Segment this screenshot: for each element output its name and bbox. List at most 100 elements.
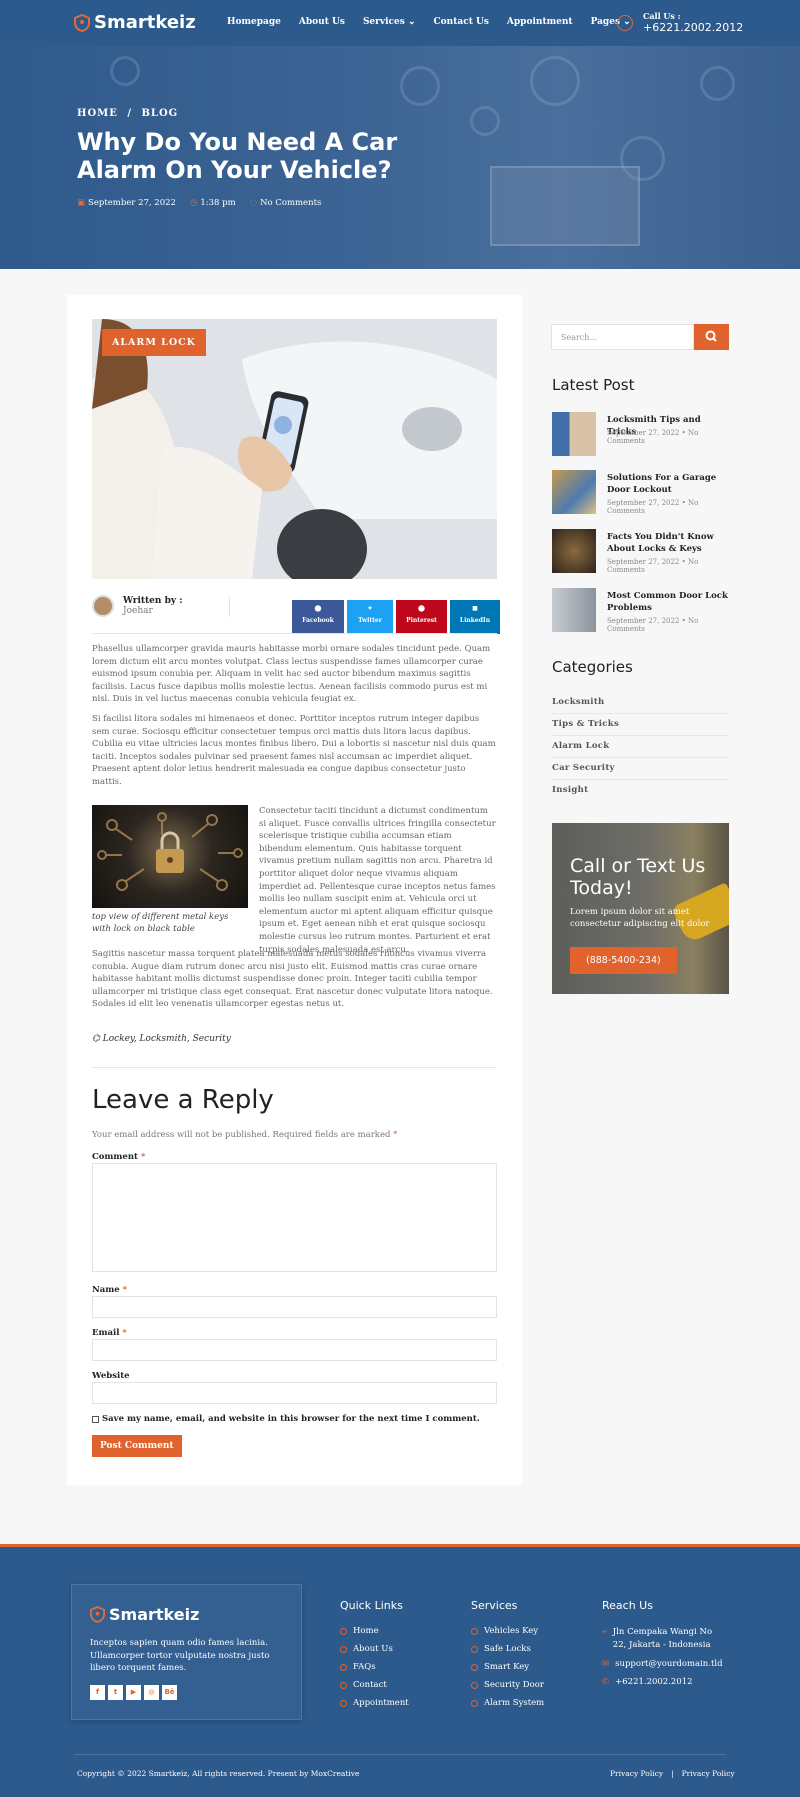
footer-logo-text: Smartkeiz	[109, 1605, 200, 1624]
footer-address-text: Jln Cempaka Wangi No 22, Jakarta - Indon…	[612, 1627, 713, 1650]
menu-item-contact[interactable]: Contact Us	[434, 17, 489, 27]
latest-post-title: Latest Post	[552, 376, 635, 394]
behance-icon[interactable]: Bē	[162, 1685, 177, 1700]
category-item[interactable]: Locksmith	[552, 697, 729, 714]
latest-post-title-2[interactable]: Solutions For a Garage Door Lockout	[607, 472, 729, 496]
youtube-icon[interactable]: ▶	[126, 1685, 141, 1700]
footer-link-contact[interactable]: Contact	[340, 1680, 387, 1690]
menu-item-appointment[interactable]: Appointment	[507, 17, 573, 27]
categories-title: Categories	[552, 658, 633, 676]
call-label: Call Us :	[643, 11, 681, 21]
category-item[interactable]: Car Security	[552, 763, 729, 780]
hero-banner: HOME / BLOG Why Do You Need A Car Alarm …	[0, 46, 800, 269]
footer-phone-text: +6221.2002.2012	[615, 1677, 693, 1687]
footer-link-home-label: Home	[353, 1626, 379, 1636]
post-date: ▣ September 27, 2022	[77, 198, 176, 208]
name-field[interactable]	[92, 1296, 497, 1318]
post-thumbnail	[552, 412, 596, 456]
phone-icon	[617, 14, 633, 31]
footer-phone[interactable]: ✆ +6221.2002.2012	[602, 1677, 693, 1687]
breadcrumb-home[interactable]: HOME	[77, 108, 118, 119]
website-field[interactable]	[92, 1382, 497, 1404]
keys-lock-illustration	[97, 812, 243, 891]
privacy-policy-link[interactable]: Privacy Policy	[682, 1769, 735, 1778]
category-item[interactable]: Alarm Lock	[552, 741, 729, 758]
post-paragraph-1: Phasellus ullamcorper gravida mauris hab…	[92, 644, 491, 705]
search-input[interactable]: Search...	[551, 324, 694, 350]
tags-list[interactable]: Lockey, Locksmith, Security	[103, 1034, 231, 1044]
footer-link-about[interactable]: About Us	[340, 1644, 393, 1654]
avatar	[92, 595, 114, 617]
post-thumbnail	[552, 470, 596, 514]
post-comment-button[interactable]: Post Comment	[92, 1435, 182, 1457]
post-paragraph-4: Sagittis nascetur massa torquent platea …	[92, 949, 493, 1010]
cta-title: Call or Text Us Today!	[570, 855, 706, 899]
post-thumbnail	[552, 529, 596, 573]
footer-link-appointment-label: Appointment	[353, 1698, 409, 1708]
twitter-icon[interactable]: t	[108, 1685, 123, 1700]
share-twitter-button[interactable]: ✦ Twitter	[347, 600, 393, 634]
post-comments[interactable]: ◌ No Comments	[250, 198, 322, 208]
cta-phone-button[interactable]: (888-5400-234)	[570, 947, 677, 974]
mail-icon: ✉	[602, 1659, 610, 1669]
cta-text: Lorem ipsum dolor sit amet consectetur a…	[570, 907, 710, 929]
post-paragraph-3: Consectetur taciti tincidunt a dictumst …	[259, 806, 496, 955]
keys-image	[92, 805, 248, 908]
share-facebook-button[interactable]: ⬤ Facebook	[292, 600, 344, 634]
privacy-policy-link[interactable]: Privacy Policy	[610, 1769, 663, 1778]
shield-icon	[90, 1606, 105, 1623]
footer-link-faqs[interactable]: FAQs	[340, 1662, 376, 1672]
footer-service-security-door[interactable]: Security Door	[471, 1680, 544, 1690]
footer-service-vehicles-key-label: Vehicles Key	[484, 1626, 539, 1636]
category-item[interactable]: Insight	[552, 785, 729, 801]
footer-service-vehicles-key[interactable]: Vehicles Key	[471, 1626, 538, 1636]
bullet-icon	[471, 1699, 478, 1707]
site-logo[interactable]: Smartkeiz	[74, 12, 196, 33]
category-badge[interactable]: ALARM LOCK	[102, 329, 206, 356]
footer-link-home[interactable]: Home	[340, 1626, 379, 1636]
footer-service-smart-key[interactable]: Smart Key	[471, 1662, 529, 1672]
share-linkedin-button[interactable]: ■ LinkedIn	[450, 600, 500, 634]
latest-post-item[interactable]: Locksmith Tips and Tricks September 27, …	[552, 412, 730, 458]
footer-email[interactable]: ✉ support@yourdomain.tld	[602, 1659, 723, 1669]
category-item[interactable]: Tips & Tricks	[552, 719, 729, 736]
footer-service-safe-locks-label: Safe Locks	[484, 1644, 531, 1654]
share-twitter-label: Twitter	[358, 617, 382, 624]
menu-item-services[interactable]: Services ⌄	[363, 17, 416, 27]
facebook-icon[interactable]: f	[90, 1685, 105, 1700]
copyright: Copyright © 2022 Smartkeiz, All rights r…	[77, 1769, 360, 1778]
breadcrumb-blog[interactable]: BLOG	[141, 108, 178, 119]
call-us[interactable]: Call Us : +6221.2002.2012	[617, 11, 743, 34]
comment-icon: ◌	[249, 198, 258, 208]
divider	[92, 633, 497, 634]
latest-post-item[interactable]: Most Common Door Lock Problems September…	[552, 588, 730, 634]
author-name[interactable]: Joehar	[123, 606, 183, 616]
footer-service-smart-key-label: Smart Key	[484, 1662, 530, 1672]
menu-item-homepage[interactable]: Homepage	[227, 17, 281, 27]
divider	[229, 597, 230, 617]
bullet-icon	[471, 1681, 478, 1689]
footer-service-safe-locks[interactable]: Safe Locks	[471, 1644, 531, 1654]
page-title: Why Do You Need A Car Alarm On Your Vehi…	[77, 128, 398, 184]
instagram-icon[interactable]: ◎	[144, 1685, 159, 1700]
latest-post-title-4[interactable]: Most Common Door Lock Problems	[607, 590, 729, 614]
share-facebook-label: Facebook	[302, 617, 334, 624]
comment-textarea[interactable]	[92, 1163, 497, 1272]
footer-logo[interactable]: Smartkeiz	[90, 1605, 199, 1624]
search-button[interactable]	[694, 324, 729, 350]
save-info-checkbox[interactable]	[92, 1415, 99, 1423]
post-thumbnail	[552, 588, 596, 632]
email-field[interactable]	[92, 1339, 497, 1361]
menu-item-about[interactable]: About Us	[299, 17, 345, 27]
share-pinterest-button[interactable]: ⬤ Pinterest	[396, 600, 447, 634]
footer-service-alarm-system[interactable]: Alarm System	[471, 1698, 544, 1708]
latest-post-item[interactable]: Facts You Didn't Know About Locks & Keys…	[552, 529, 730, 575]
bullet-icon	[471, 1627, 478, 1635]
latest-post-title-3[interactable]: Facts You Didn't Know About Locks & Keys	[607, 531, 729, 555]
footer-link-appointment[interactable]: Appointment	[340, 1698, 409, 1708]
email-label: Email *	[92, 1328, 127, 1338]
latest-post-item[interactable]: Solutions For a Garage Door Lockout Sept…	[552, 470, 730, 516]
post-time: ◷ 1:38 pm	[190, 198, 236, 208]
footer-service-security-door-label: Security Door	[484, 1680, 544, 1690]
save-info-checkbox-row[interactable]: Save my name, email, and website in this…	[92, 1414, 480, 1424]
